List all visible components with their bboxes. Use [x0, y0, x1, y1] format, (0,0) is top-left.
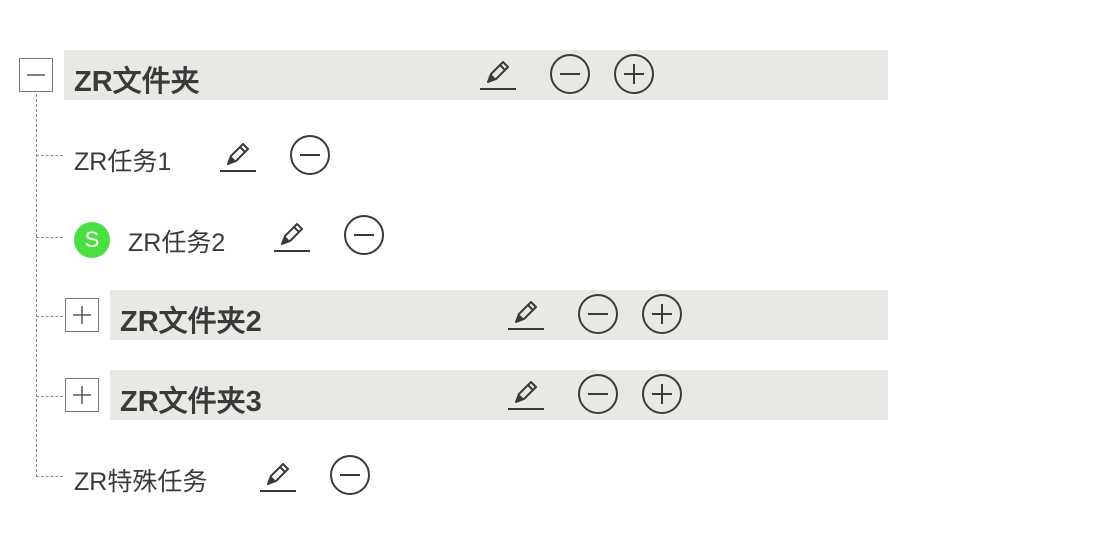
- edit-button[interactable]: [508, 296, 544, 332]
- tree-connector: [36, 155, 63, 156]
- plus-circle-icon: [614, 54, 654, 94]
- tree-guide-line: [36, 94, 37, 477]
- add-button[interactable]: [614, 54, 654, 94]
- minus-circle-icon: [578, 374, 618, 414]
- plus-square-icon: [73, 306, 91, 324]
- pencil-icon: [508, 381, 544, 410]
- edit-button[interactable]: [480, 56, 516, 92]
- add-button[interactable]: [642, 374, 682, 414]
- pencil-icon: [508, 301, 544, 330]
- tree-connector: [36, 396, 63, 397]
- pencil-icon: [274, 223, 310, 252]
- expand-toggle[interactable]: [65, 378, 99, 412]
- folder-label: ZR文件夹3: [120, 386, 262, 418]
- remove-button[interactable]: [578, 294, 618, 334]
- plus-circle-icon: [642, 374, 682, 414]
- task-label[interactable]: ZR任务2: [128, 223, 225, 259]
- pencil-icon: [480, 61, 516, 90]
- collapse-toggle[interactable]: [19, 58, 53, 92]
- minus-circle-icon: [578, 294, 618, 334]
- edit-button[interactable]: [220, 138, 256, 174]
- edit-button[interactable]: [508, 376, 544, 412]
- pencil-icon: [220, 143, 256, 172]
- remove-button[interactable]: [550, 54, 590, 94]
- remove-button[interactable]: [330, 455, 370, 495]
- minus-circle-icon: [330, 455, 370, 495]
- pencil-icon: [260, 463, 296, 492]
- minus-square-icon: [27, 74, 45, 76]
- edit-button[interactable]: [260, 458, 296, 494]
- remove-button[interactable]: [344, 215, 384, 255]
- remove-button[interactable]: [290, 135, 330, 175]
- expand-toggle[interactable]: [65, 298, 99, 332]
- minus-circle-icon: [550, 54, 590, 94]
- task-label[interactable]: ZR任务1: [74, 142, 171, 178]
- plus-square-icon: [73, 386, 91, 404]
- minus-circle-icon: [290, 135, 330, 175]
- edit-button[interactable]: [274, 218, 310, 254]
- task-label[interactable]: ZR特殊任务: [74, 462, 207, 498]
- status-badge: S: [74, 222, 110, 258]
- folder-label: ZR文件夹: [74, 66, 200, 98]
- folder-label: ZR文件夹2: [120, 306, 262, 338]
- tree-connector: [36, 316, 63, 317]
- tree-connector: [36, 476, 63, 477]
- minus-circle-icon: [344, 215, 384, 255]
- add-button[interactable]: [642, 294, 682, 334]
- remove-button[interactable]: [578, 374, 618, 414]
- tree-connector: [36, 237, 63, 238]
- plus-circle-icon: [642, 294, 682, 334]
